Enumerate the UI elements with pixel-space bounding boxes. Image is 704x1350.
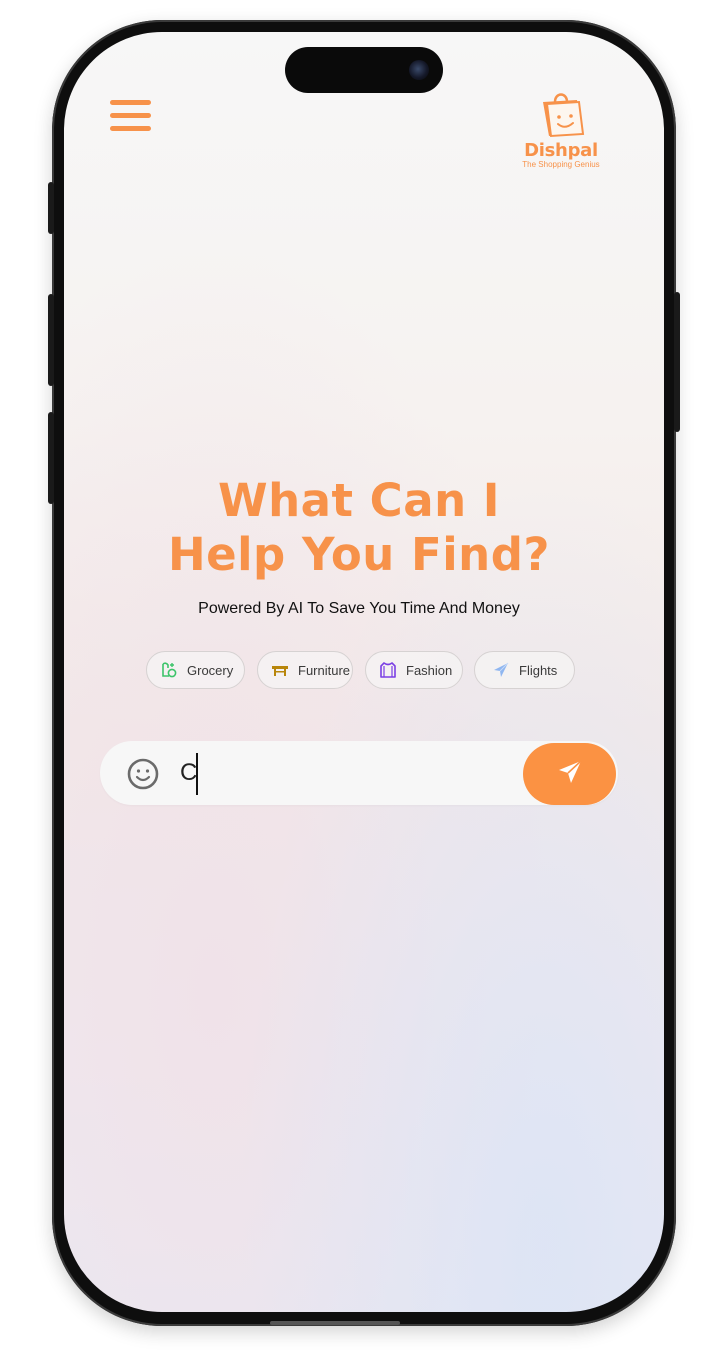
chip-flights[interactable]: Flights — [474, 651, 575, 689]
volume-down-button — [48, 412, 54, 504]
chip-label: Fashion — [406, 662, 453, 678]
logo-name: Dishpal — [524, 140, 598, 161]
chip-furniture[interactable]: Furniture — [257, 651, 353, 689]
menu-button[interactable] — [110, 100, 152, 134]
search-bar — [100, 741, 618, 805]
airplane-icon — [491, 660, 511, 680]
shopping-bag-smile-icon — [516, 84, 606, 140]
logo-tagline: The Shopping Genius — [522, 160, 600, 169]
headline-line-2: Help You Find? — [167, 528, 551, 581]
send-button[interactable] — [523, 743, 616, 805]
app-logo[interactable]: Dishpal The Shopping Genius — [516, 84, 606, 174]
category-chips: Grocery Furniture Fashion Flights — [146, 651, 586, 693]
chip-label: Flights — [519, 662, 558, 678]
text-caret — [196, 753, 198, 795]
volume-up-button — [48, 294, 54, 386]
chip-grocery[interactable]: Grocery — [146, 651, 245, 689]
chip-label: Furniture — [298, 662, 351, 678]
action-button — [48, 182, 54, 234]
app-screen: Dishpal The Shopping Genius What Can I H… — [64, 32, 664, 1312]
chip-fashion[interactable]: Fashion — [365, 651, 463, 689]
grocery-bag-icon — [159, 660, 179, 680]
shirt-icon — [378, 660, 398, 680]
page-headline: What Can I Help You Find? — [64, 474, 654, 582]
camera-icon — [409, 60, 429, 80]
page-subtitle: Powered By AI To Save You Time And Money — [198, 600, 520, 617]
chip-label: Grocery — [187, 662, 234, 678]
smiley-icon — [126, 758, 160, 795]
search-input[interactable] — [180, 753, 510, 793]
dynamic-island — [285, 47, 443, 93]
emoji-button[interactable] — [126, 757, 160, 791]
bottom-edge — [270, 1321, 400, 1325]
headline-line-1: What Can I — [217, 474, 501, 527]
table-icon — [270, 660, 290, 680]
power-button — [674, 292, 680, 432]
send-icon — [557, 759, 583, 790]
